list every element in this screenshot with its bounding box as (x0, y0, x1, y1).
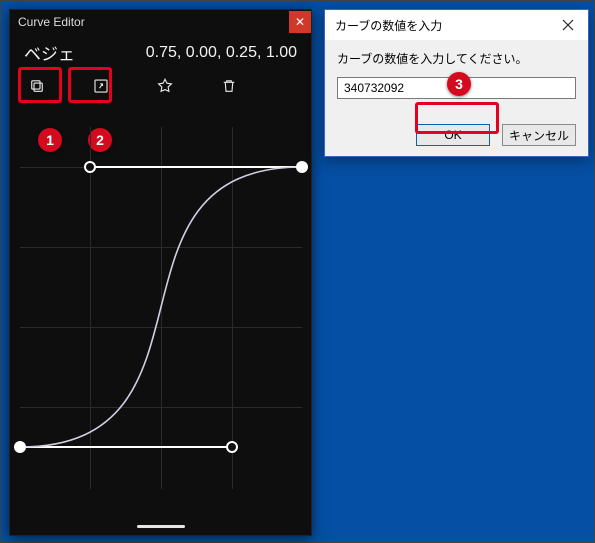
dialog-title: カーブの数値を入力 (335, 17, 442, 34)
editor-header: ベジェ 0.75, 0.00, 0.25, 1.00 (10, 34, 311, 69)
export-code-button[interactable] (92, 75, 110, 97)
dialog-close-button[interactable] (548, 10, 588, 40)
home-indicator (137, 525, 185, 528)
favorite-button[interactable] (156, 75, 174, 97)
editor-titlebar[interactable]: Curve Editor ✕ (10, 10, 311, 34)
close-icon (562, 19, 574, 31)
handle-start[interactable] (14, 441, 26, 453)
close-icon: ✕ (295, 15, 305, 29)
handle-end[interactable] (296, 161, 308, 173)
toolbar (10, 69, 311, 99)
curve-editor-window: Curve Editor ✕ ベジェ 0.75, 0.00, 0.25, 1.0… (9, 9, 312, 536)
dialog-titlebar[interactable]: カーブの数値を入力 (325, 10, 588, 40)
curve-value-dialog: カーブの数値を入力 カーブの数値を入力してください。 OK キャンセル 3 (324, 9, 589, 157)
editor-title: Curve Editor (18, 15, 85, 29)
screenshot-stage: Curve Editor ✕ ベジェ 0.75, 0.00, 0.25, 1.0… (0, 0, 595, 543)
export-code-icon (92, 77, 110, 95)
dialog-message: カーブの数値を入力してください。 (337, 50, 576, 67)
editor-close-button[interactable]: ✕ (289, 11, 311, 33)
cancel-button[interactable]: キャンセル (502, 124, 576, 146)
callout-badge-3: 3 (447, 72, 471, 96)
copy-icon (28, 77, 46, 95)
handle-c1[interactable] (226, 441, 238, 453)
curve-mode-label[interactable]: ベジェ (24, 40, 75, 65)
delete-button[interactable] (220, 75, 238, 97)
curve-coords[interactable]: 0.75, 0.00, 0.25, 1.00 (146, 44, 297, 62)
curve-canvas[interactable] (20, 127, 302, 489)
ok-button[interactable]: OK (416, 124, 490, 146)
curve-path (20, 127, 302, 489)
star-icon (156, 77, 174, 95)
trash-icon (220, 77, 238, 95)
copy-button[interactable] (28, 75, 46, 97)
handle-c2[interactable] (84, 161, 96, 173)
badge-3-text: 3 (455, 76, 463, 92)
